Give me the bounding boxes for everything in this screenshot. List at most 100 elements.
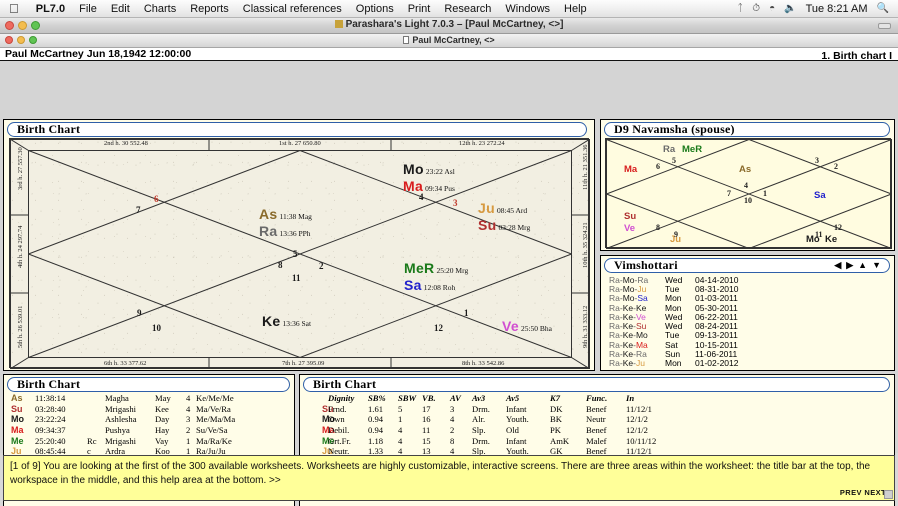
avastha3: Drm. (472, 404, 506, 414)
vimshottari-dasha-list[interactable]: Ra-Mo-RaWed04-14-2010Ra-Mo-JuTue08-31-20… (605, 275, 891, 368)
shadbala-percent: 1.61 (368, 404, 398, 414)
vimshottari-row[interactable]: Ra-Ke-SuWed08-24-2011 (605, 321, 891, 330)
column-header[interactable]: K7 (550, 393, 586, 403)
planet-degree: 13:36 PPh (280, 229, 311, 238)
column-header[interactable]: Av5 (506, 393, 550, 403)
menu-item-options[interactable]: Options (349, 3, 401, 15)
rasi-edge-label-right-1: 11th h. 21 351.36 (582, 145, 589, 190)
vimshottari-row[interactable]: Ra-Ke-VeWed06-22-2011 (605, 312, 891, 321)
table-row[interactable]: MaDebil.0.944112Slp.OldPKBenef12/1/2 (304, 425, 890, 436)
planet-degree: 09:34:37 (35, 425, 87, 435)
panel-vimshottari[interactable]: Vimshottari ◀ ▶ ▲ ▼ Ra-Mo-RaWed04-14-201… (600, 255, 895, 371)
vimshottari-nav-controls[interactable]: ◀ ▶ ▲ ▼ (834, 261, 889, 270)
next-arrow-icon[interactable]: ▶ (846, 261, 853, 270)
planet-degree: 03:28:40 (35, 404, 87, 414)
rasi-house-number: 11 (292, 273, 301, 283)
menu-clock[interactable]: Tue 8:21 AM (806, 3, 868, 15)
column-header[interactable]: SBW (398, 393, 422, 403)
menu-item-help[interactable]: Help (557, 3, 594, 15)
column-header[interactable]: Av3 (472, 393, 506, 403)
karaka7: PK (550, 425, 586, 435)
help-nav[interactable]: PREV NEXT (840, 488, 886, 498)
search-icon[interactable]: 🔍 (877, 3, 889, 14)
chart-name-bar[interactable]: Paul McCartney Jun 18,1942 12:00:00 (0, 48, 898, 61)
panel-caption-positions[interactable]: Birth Chart (7, 377, 290, 392)
menu-item-file[interactable]: File (72, 3, 104, 15)
table-row[interactable]: Mo23:22:24AshleshaDay3Me/Ma/Ma (8, 414, 290, 425)
d9-planet-su: Su (624, 211, 636, 222)
rasi-planet-ve[interactable]: Ve25:50 Bha (502, 318, 552, 334)
rasi-planet-sa[interactable]: Sa12:08 Roh (404, 277, 455, 293)
column-header[interactable]: AV (450, 393, 472, 403)
panel-birth-chart-rasi[interactable]: Birth Chart (3, 119, 595, 371)
column-header[interactable]: Dignity (328, 393, 368, 403)
panel-caption-attributes[interactable]: Birth Chart (303, 377, 890, 392)
d9-chart-lines (606, 139, 892, 249)
help-next-button[interactable]: NEXT (864, 488, 886, 497)
vimshottari-row[interactable]: Ra-Mo-RaWed04-14-2010 (605, 275, 891, 284)
column-header[interactable]: SB% (368, 393, 398, 403)
panel-caption-vimshottari[interactable]: Vimshottari ◀ ▶ ▲ ▼ (604, 258, 890, 273)
shadbala-rank: 4 (398, 425, 422, 435)
planet-degree: 11:38 Mag (280, 212, 312, 221)
shadbala-percent: 0.94 (368, 414, 398, 424)
rasi-planet-mer[interactable]: MeR25:20 Mrg (404, 260, 468, 276)
rasi-planet-ra[interactable]: Ra13:36 PPh (259, 223, 311, 239)
d9-chart-canvas[interactable]: RaMeRMaAsSaSuVeJuMoKe 563247110891112 (605, 138, 891, 248)
table-row[interactable]: MeGrt.Fr.1.184158Drm.InfantAmKMalef10/11… (304, 435, 890, 446)
rasi-planet-ju[interactable]: Ju08:45 Ard (478, 200, 527, 216)
vimshottari-row[interactable]: Ra-Mo-SaMon01-03-2011 (605, 294, 891, 303)
menu-item-charts[interactable]: Charts (137, 3, 183, 15)
nakshatra: Mrigashi (105, 436, 155, 446)
prev-arrow-icon[interactable]: ◀ (834, 261, 841, 270)
table-row[interactable]: SuFrnd.1.615173Drm.InfantDKBenef11/12/1 (304, 404, 890, 415)
table-row[interactable]: MoOwn0.941164Alr.Youth.BKNeutr12/1/2 (304, 414, 890, 425)
resize-grip[interactable] (884, 490, 893, 499)
rasi-planet-ma[interactable]: Ma09:34 Pus (403, 178, 455, 194)
help-prev-button[interactable]: PREV (840, 488, 862, 497)
panel-d9-navamsha[interactable]: D9 Navamsha (spouse) RaMeRMaAsSaSuVeJuMo… (600, 119, 895, 251)
vimshottari-row[interactable]: Ra-Ke-KeMon05-30-2011 (605, 303, 891, 312)
volume-icon[interactable]: 🔈 (784, 3, 796, 14)
column-header[interactable]: VB. (422, 393, 450, 403)
vimshottari-row[interactable]: Ra-Ke-RaSun11-06-2011 (605, 349, 891, 358)
up-arrow-icon[interactable]: ▲ (858, 261, 867, 270)
panel-caption-birth-chart[interactable]: Birth Chart (7, 122, 587, 137)
menu-item-research[interactable]: Research (437, 3, 498, 15)
wifi-icon[interactable]: ◓ (769, 3, 775, 14)
vimshottari-row[interactable]: Ra-Ke-MaSat10-15-2011 (605, 340, 891, 349)
menu-item-pl70[interactable]: PL7.0 (29, 3, 72, 15)
vimshottari-row[interactable]: Ra-Ke-MoTue09-13-2011 (605, 331, 891, 340)
time-machine-icon[interactable]: ⏱ (752, 3, 760, 14)
rasi-planet-ke[interactable]: Ke13:36 Sat (262, 313, 311, 329)
table-row[interactable]: Su03:28:40MrigashiKee4Ma/Ve/Ra (8, 404, 290, 415)
panel-caption-d9[interactable]: D9 Navamsha (spouse) (604, 122, 890, 137)
houses-in: 12/1/2 (626, 425, 648, 435)
rasi-planet-su[interactable]: Su03:28 Mrg (478, 217, 530, 233)
menu-item-reports[interactable]: Reports (183, 3, 236, 15)
menu-item-edit[interactable]: Edit (104, 3, 137, 15)
menu-item-classical-references[interactable]: Classical references (236, 3, 349, 15)
menu-item-windows[interactable]: Windows (498, 3, 557, 15)
down-arrow-icon[interactable]: ▼ (872, 261, 881, 270)
vimshottari-row[interactable]: Ra-Mo-JuTue08-31-2010 (605, 284, 891, 293)
apple-logo-icon[interactable]:  (9, 2, 19, 15)
table-row[interactable]: As11:38:14MaghaMay4Ke/Me/Me (8, 393, 290, 404)
vimshottari-row[interactable]: Ra-Ke-JuMon01-02-2012 (605, 359, 891, 368)
d9-planet-ve: Ve (624, 223, 635, 234)
rasi-planet-as[interactable]: As11:38 Mag (259, 206, 312, 222)
collapse-button[interactable] (878, 23, 891, 29)
table-row[interactable]: Ma09:34:37PushyaHay2Su/Ve/Sa (8, 425, 290, 436)
column-header[interactable]: Func. (586, 393, 626, 403)
rasi-planet-mo[interactable]: Mo23:22 Asl (403, 161, 455, 177)
avastha5: Infant (506, 404, 550, 414)
panel-title-d9: D9 Navamsha (spouse) (605, 122, 735, 137)
nakshatra-abbr: Day (155, 414, 186, 424)
column-header[interactable]: In (626, 393, 634, 403)
chart-name-text: Paul McCartney Jun 18,1942 12:00:00 (0, 48, 191, 60)
table-row[interactable]: Me25:20:40RcMrigashiVay1Ma/Ra/Ke (8, 435, 290, 446)
pada: 1 (186, 436, 196, 446)
menu-item-print[interactable]: Print (401, 3, 438, 15)
d9-house-number: 4 (744, 181, 748, 190)
bluetooth-icon[interactable]: ᛏ (737, 3, 743, 14)
